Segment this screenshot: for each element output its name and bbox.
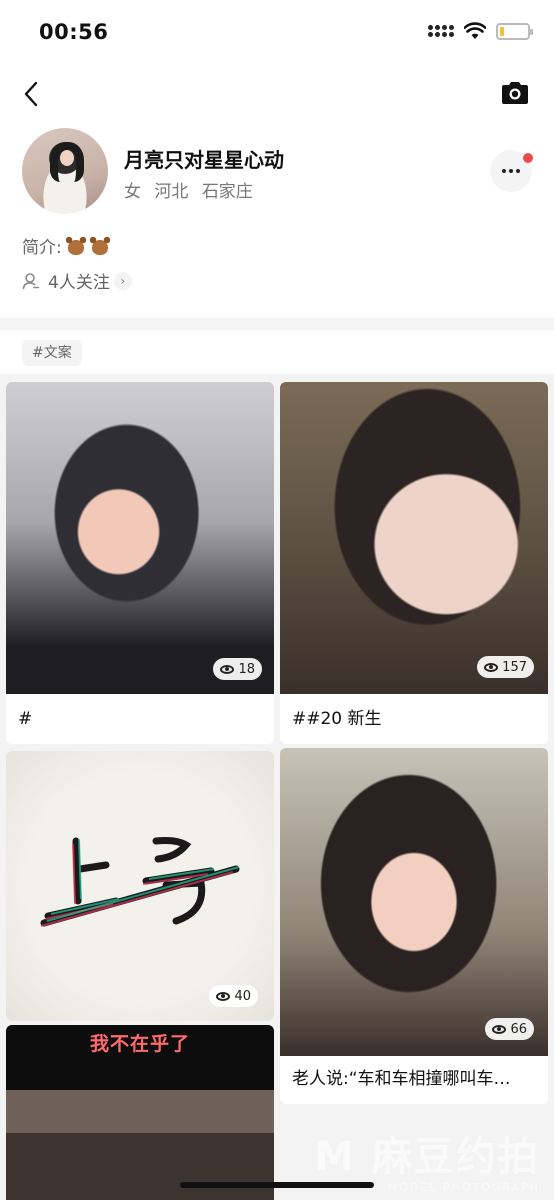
following-link[interactable]: 4人关注 ›	[22, 268, 132, 293]
back-button[interactable]	[18, 78, 44, 110]
post-cover-image	[6, 382, 274, 694]
topic-tag[interactable]: #文案	[22, 340, 82, 366]
eye-icon	[220, 664, 235, 674]
profile-intro: 简介:	[22, 233, 110, 258]
profile-meta: 女 河北 石家庄	[124, 177, 261, 202]
home-indicator[interactable]	[180, 1182, 374, 1188]
camera-button[interactable]	[500, 80, 530, 106]
profile-nickname: 月亮只对星星心动	[124, 148, 284, 172]
more-icon	[502, 169, 506, 173]
watermark-subtitle: MODEL PHOTOGRAPH	[387, 1181, 540, 1194]
post-title: 老人说:“车和车相撞哪叫车…	[292, 1069, 511, 1089]
status-icons	[428, 22, 533, 40]
cellular-signal-icon	[428, 25, 454, 37]
profile-gender: 女	[124, 182, 141, 202]
eye-icon	[216, 991, 231, 1001]
post-title: ##20 新生	[292, 709, 382, 729]
post-card[interactable]: 66 老人说:“车和车相撞哪叫车…	[280, 748, 548, 1104]
post-cover-image	[280, 382, 548, 694]
view-count-badge: 40	[209, 985, 258, 1007]
view-count-badge: 157	[477, 656, 534, 678]
teddy-bear-emoji-icon	[89, 236, 110, 256]
view-count: 157	[502, 659, 527, 675]
status-time: 00:56	[39, 20, 109, 44]
user-icon	[22, 272, 40, 289]
post-cover-image	[6, 751, 274, 1021]
view-count: 40	[234, 988, 251, 1004]
view-count-badge: 18	[213, 658, 262, 680]
following-count: 4人关注	[48, 273, 110, 293]
post-card[interactable]: 40	[6, 751, 274, 1021]
post-grid: 18 # 157 ##20 新生 40 66 老人说:“车和车相撞哪叫车… 我不…	[0, 374, 554, 1200]
post-title: #	[18, 709, 33, 729]
eye-icon	[492, 1024, 507, 1034]
eye-icon	[484, 662, 499, 672]
post-cover-image	[280, 748, 548, 1056]
intro-label: 简介:	[22, 238, 62, 258]
cover-caption: 我不在乎了	[89, 1033, 190, 1055]
calligraphy-image	[40, 837, 240, 927]
post-cover-image: 我不在乎了	[6, 1025, 274, 1200]
avatar[interactable]	[22, 128, 108, 214]
view-count: 66	[510, 1021, 527, 1037]
view-count-badge: 66	[485, 1018, 534, 1040]
battery-icon	[496, 22, 533, 40]
post-card[interactable]: 157 ##20 新生	[280, 382, 548, 744]
profile-province: 河北	[154, 182, 189, 202]
chevron-left-icon	[24, 81, 38, 107]
post-card[interactable]: 18 #	[6, 382, 274, 744]
wifi-icon	[464, 22, 486, 39]
watermark-logo: M 麻豆约拍	[314, 1134, 540, 1180]
notification-dot	[523, 153, 533, 163]
status-bar: 00:56	[0, 0, 554, 66]
teddy-bear-emoji-icon	[65, 236, 86, 256]
view-count: 18	[238, 661, 255, 677]
chevron-right-icon: ›	[113, 271, 132, 290]
post-card[interactable]: 我不在乎了	[6, 1025, 274, 1200]
section-divider	[0, 318, 554, 330]
profile-city: 石家庄	[201, 182, 253, 202]
